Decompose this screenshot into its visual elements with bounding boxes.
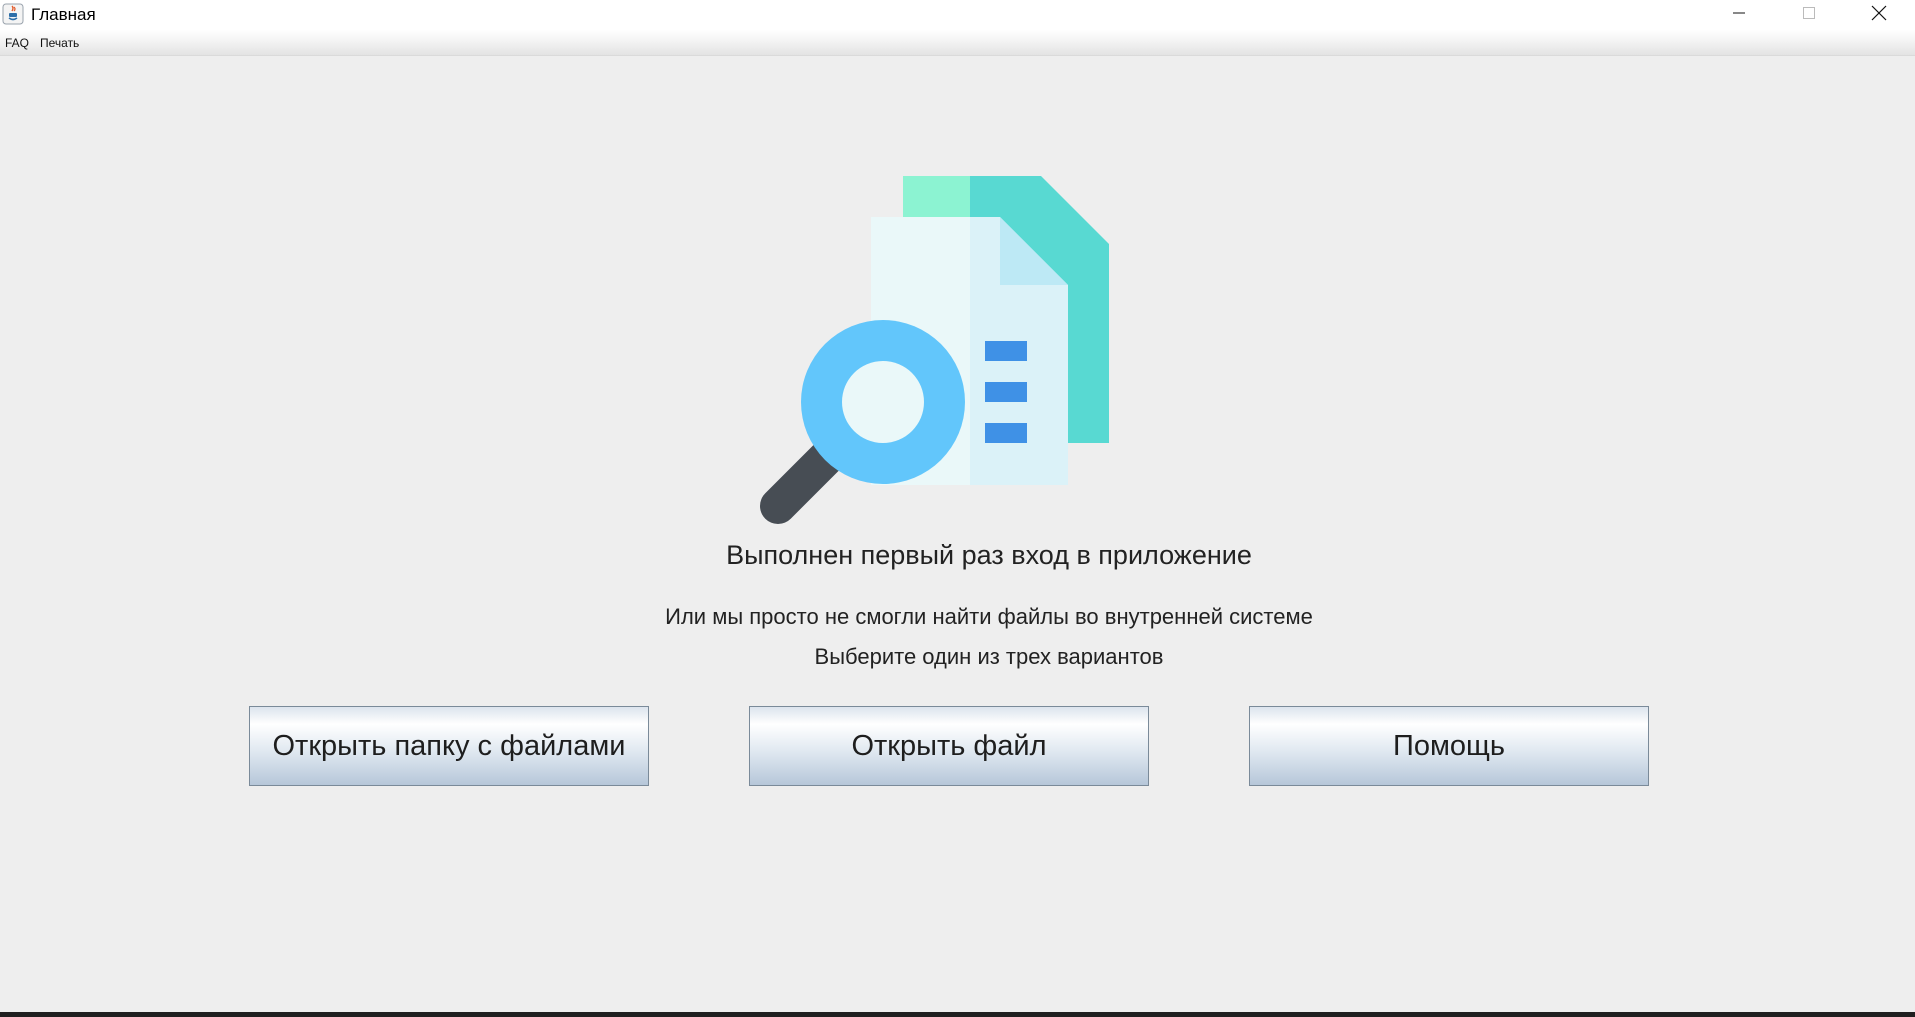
open-folder-button[interactable]: Открыть папку с файлами [249, 706, 649, 786]
taskbar-edge [0, 1012, 1915, 1017]
choose-option-text: Выберите один из трех вариантов [814, 644, 1164, 669]
open-file-button[interactable]: Открыть файл [749, 706, 1149, 786]
document-lines [985, 341, 1027, 443]
files-not-found-text: Или мы просто не смогли найти файлы во в… [665, 604, 1313, 629]
main-window: Главная FAQ Печать Выполнен первый раз в… [0, 0, 1915, 1012]
document-search-icon [760, 176, 1109, 524]
help-button[interactable]: Помощь [1249, 706, 1649, 786]
magnifier-glass [842, 361, 924, 443]
first-launch-heading: Выполнен первый раз вход в приложение [726, 540, 1252, 570]
